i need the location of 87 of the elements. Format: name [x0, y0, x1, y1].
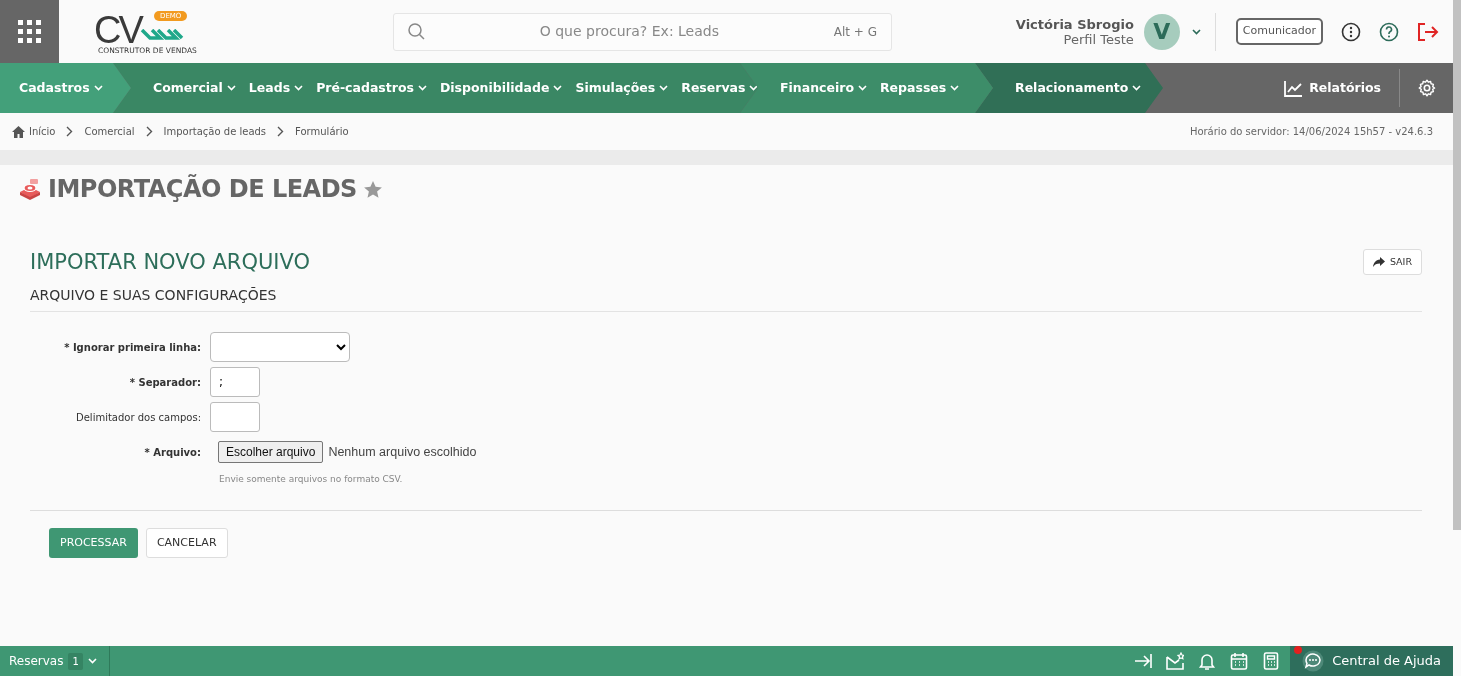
more-options-button[interactable]: [1341, 21, 1361, 42]
chevron-down-icon: [1132, 85, 1142, 91]
nav-menu-item[interactable]: Comercial: [153, 78, 236, 98]
help-text: Envie somente arquivos no formato CSV.: [219, 473, 404, 487]
text-field[interactable]: ;: [210, 367, 260, 398]
chat-bubble-icon: [1302, 650, 1325, 672]
bell-icon: [1198, 652, 1217, 670]
user-name: Victória Sbrogio: [1015, 16, 1134, 32]
breadcrumb-link[interactable]: Comercial: [84, 124, 135, 139]
form-title: IMPORTAR NOVO ARQUIVO: [30, 249, 311, 275]
star-icon[interactable]: [362, 179, 383, 199]
chevron-down-icon: [858, 85, 867, 91]
nav-menu-item[interactable]: Reservas: [681, 78, 759, 98]
chevron-down-icon: [1191, 28, 1201, 35]
chevron-down-icon: [87, 658, 97, 664]
collapse-arrow-button[interactable]: [1134, 652, 1153, 670]
mail-star-button[interactable]: [1166, 652, 1185, 670]
file-status: Nenhum arquivo escolhido: [328, 443, 477, 461]
search-bar[interactable]: O que procura? Ex: Leads Alt + G: [393, 12, 892, 51]
shortcut-hint: Alt + G: [833, 23, 877, 41]
help-button[interactable]: [1379, 21, 1399, 42]
calculator-icon: [1262, 652, 1281, 670]
field-label: * Arquivo:: [143, 445, 202, 460]
logout-icon: [1417, 21, 1439, 42]
dropdown-field[interactable]: [210, 332, 350, 363]
user-menu-button[interactable]: [1191, 28, 1201, 35]
nav-menu-item[interactable]: Disponibilidade: [439, 78, 563, 98]
cancel-button[interactable]: CANCELAR: [145, 527, 228, 559]
chevron-down-icon: [93, 85, 103, 91]
breadcrumb-link[interactable]: Início: [12, 124, 56, 139]
field-label: * Separador:: [128, 375, 202, 390]
share-arrow-icon: [1372, 257, 1385, 268]
apps-menu-button[interactable]: [0, 0, 59, 63]
field-label: Delimitador dos campos:: [75, 410, 202, 425]
breadcrumb-link[interactable]: Importação de leads: [163, 124, 267, 139]
chevron-down-icon: [950, 85, 960, 91]
choose-file-button[interactable]: Escolher arquivo: [218, 441, 324, 464]
more-options-icon: [1341, 21, 1361, 42]
bell-button[interactable]: [1198, 652, 1217, 670]
server-time: Horário do servidor: 14/06/2024 15h57 - v24.6.3: [1189, 125, 1434, 139]
mail-star-icon: [1166, 652, 1185, 670]
reports-link[interactable]: Relatórios: [1284, 69, 1400, 107]
nav-menu-item[interactable]: Simulações: [575, 78, 669, 98]
chevron-right-icon: [145, 126, 153, 137]
chevron-right-icon: [277, 126, 285, 137]
help-icon: [1379, 21, 1399, 42]
user-profile: Perfil Teste: [1062, 31, 1134, 47]
search-icon: [408, 23, 425, 40]
calculator-button[interactable]: [1262, 652, 1281, 670]
grid-icon: [18, 20, 41, 43]
chevron-down-icon: [294, 85, 304, 91]
reservations-menu[interactable]: Reservas 1: [0, 646, 110, 676]
exit-button[interactable]: SAIR: [1362, 249, 1422, 276]
text-field[interactable]: [210, 402, 260, 433]
chevron-down-icon: [226, 85, 236, 91]
line-chart-icon: [1284, 79, 1304, 97]
field-label: * Ignorar primeira linha:: [63, 340, 202, 355]
collapse-arrow-icon: [1134, 652, 1153, 670]
nav-menu-item[interactable]: Leads: [248, 78, 304, 98]
user-avatar[interactable]: V: [1143, 13, 1180, 50]
logo-wave-icon: [140, 28, 184, 41]
calendar-icon: [1230, 652, 1249, 670]
search-field[interactable]: O que procura? Ex: Leads: [425, 20, 834, 43]
count-badge: 1: [68, 652, 83, 670]
nav-menu-item[interactable]: Pré-cadastros: [316, 78, 427, 98]
home-icon: [12, 125, 25, 138]
process-button[interactable]: PROCESSAR: [49, 527, 138, 559]
scrollbar[interactable]: [1453, 0, 1461, 530]
nav-menu-item[interactable]: Relacionamento: [1015, 78, 1142, 98]
communicator-button[interactable]: Comunicador: [1235, 18, 1323, 45]
nav-menu-item[interactable]: Financeiro: [780, 78, 867, 98]
section-title: ARQUIVO E SUAS CONFIGURAÇÕES: [30, 285, 1422, 313]
settings-icon: [1418, 79, 1436, 97]
target-box-icon: [18, 178, 42, 200]
chevron-right-icon: [66, 126, 74, 137]
page-title: IMPORTAÇÃO DE LEADS: [48, 173, 357, 205]
chevron-down-icon: [659, 85, 669, 91]
chevron-down-icon: [553, 85, 563, 91]
help-center-button[interactable]: Central de Ajuda: [1290, 646, 1453, 676]
logout-button[interactable]: [1417, 21, 1439, 42]
nav-menu-item[interactable]: Cadastros: [19, 78, 103, 98]
breadcrumb-link[interactable]: Formulário: [295, 124, 349, 139]
calendar-button[interactable]: [1230, 652, 1249, 670]
chevron-down-icon: [417, 85, 427, 91]
notification-dot: [1294, 646, 1303, 654]
nav-menu-item[interactable]: Repasses: [880, 78, 960, 98]
chevron-down-icon: [749, 85, 759, 91]
